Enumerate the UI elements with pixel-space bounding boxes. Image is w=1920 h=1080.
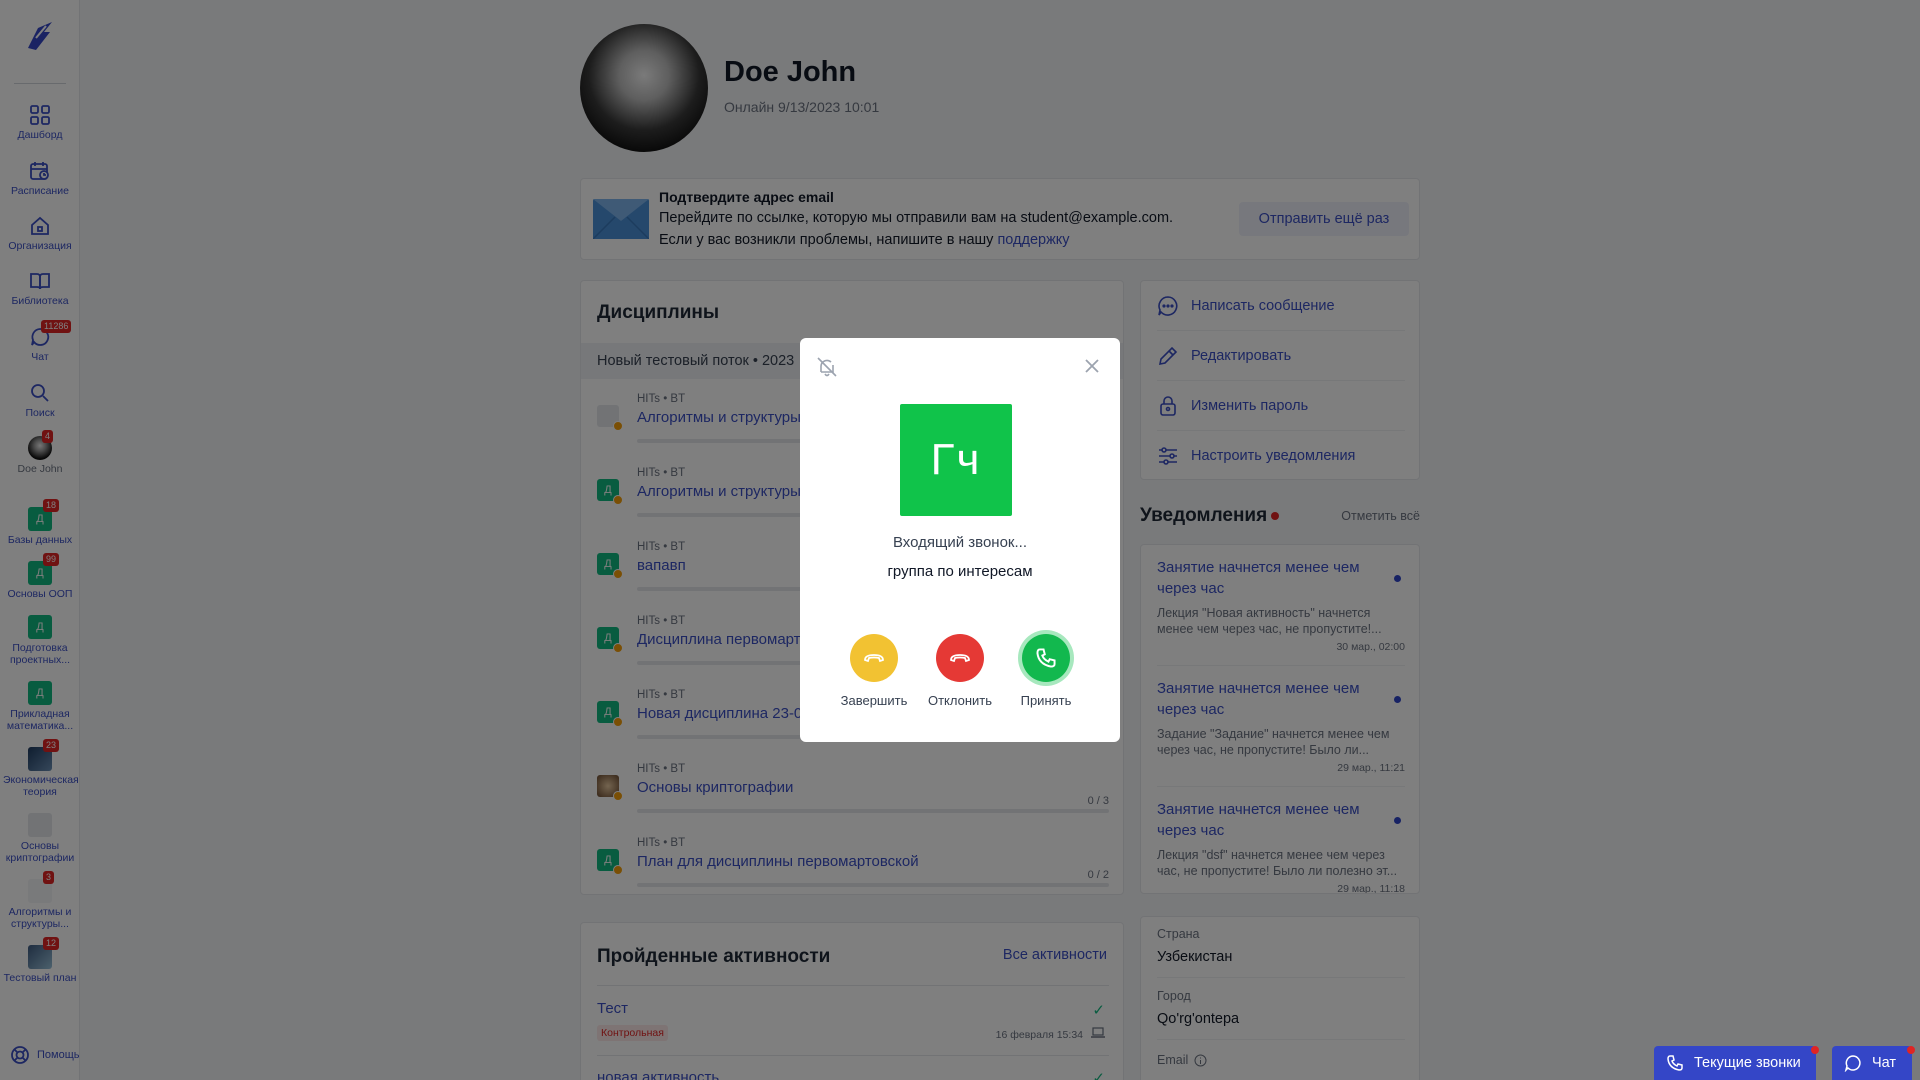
caller-name: группа по интересам [887,563,1033,580]
incoming-call-label: Входящий звонок... [892,534,1028,551]
decline-call-button[interactable]: Отклонить [915,634,1005,708]
chat-indicator-dot [1907,1046,1915,1054]
decline-call-circle[interactable] [936,634,984,682]
phone-icon [1667,1055,1683,1071]
incoming-call-modal: Гч Входящий звонок... группа по интереса… [800,338,1120,742]
phone-hangup-icon [950,654,970,663]
phone-icon [1036,648,1056,668]
phone-hangup-icon [864,654,884,663]
accept-call-button[interactable]: Принять [1001,634,1091,708]
end-call-label: Завершить [840,693,908,708]
chat-button[interactable]: Чат [1832,1046,1915,1080]
accept-call-circle[interactable] [1022,634,1070,682]
chat-icon [1844,1055,1861,1072]
close-icon[interactable] [1080,354,1104,378]
decline-call-label: Отклонить [927,693,993,708]
current-calls-button[interactable]: Текущие звонки [1654,1046,1819,1080]
end-call-circle[interactable] [850,634,898,682]
caller-avatar: Гч [900,404,1012,516]
accept-call-label: Принять [1020,693,1072,708]
calls-indicator-dot [1811,1046,1819,1054]
bell-off-icon[interactable] [816,356,838,378]
end-call-button[interactable]: Завершить [829,634,919,708]
